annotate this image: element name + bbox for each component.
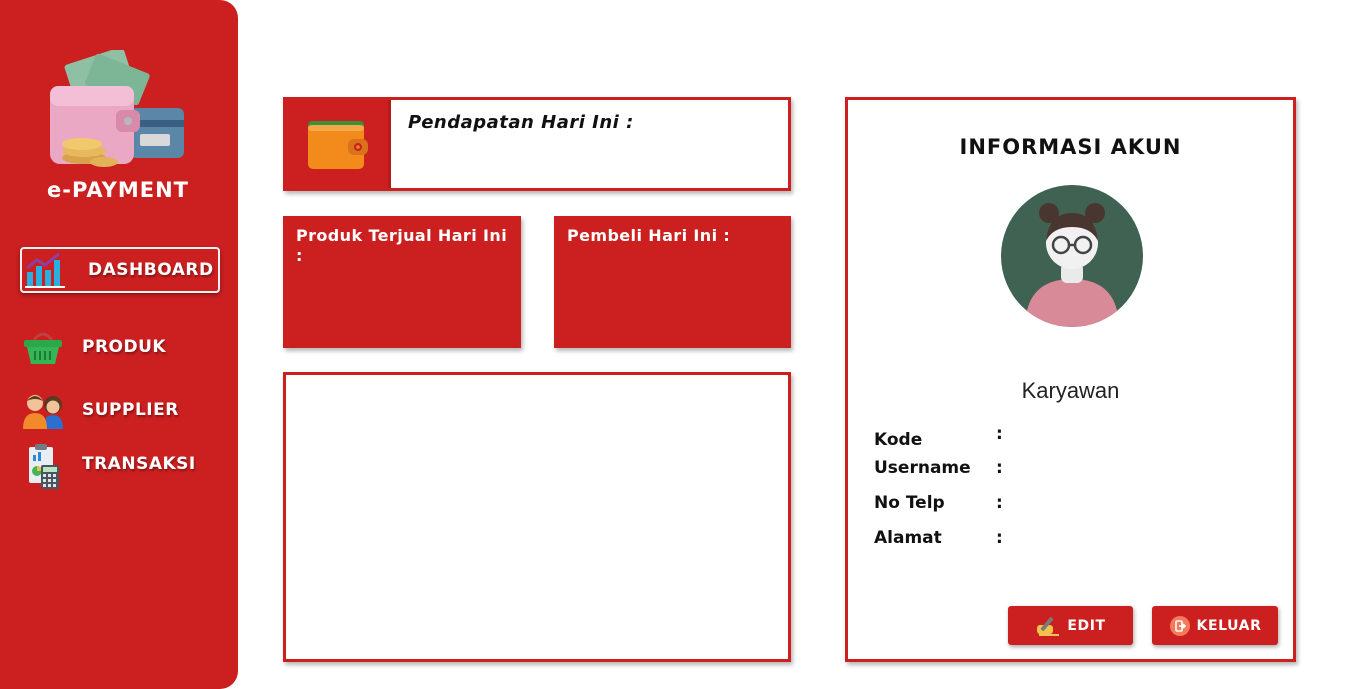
logout-button[interactable]: KELUAR: [1152, 606, 1278, 645]
basket-icon: [20, 326, 66, 368]
products-sold-label: Produk Terjual Hari Ini :: [296, 226, 508, 265]
edit-button[interactable]: EDIT: [1008, 606, 1133, 645]
income-today-card: Pendapatan Hari Ini :: [283, 97, 791, 191]
brand-name: e-PAYMENT: [46, 178, 189, 202]
sidebar-item-label: DASHBOARD: [88, 260, 214, 280]
info-row-username: Username :: [874, 458, 1174, 482]
income-icon-box: [286, 100, 388, 188]
wallet-icon: [308, 121, 368, 169]
divider: [388, 100, 391, 188]
buyers-today-label: Pembeli Hari Ini :: [567, 226, 731, 245]
people-icon: [20, 389, 66, 431]
pencil-hand-icon: [1037, 616, 1060, 636]
content-panel: [283, 372, 791, 662]
info-label: Kode: [874, 430, 923, 450]
account-role: Karyawan: [1021, 378, 1120, 403]
sidebar-item-supplier[interactable]: SUPPLIER: [20, 387, 220, 433]
sidebar-item-label: PRODUK: [82, 337, 167, 357]
info-label: Username: [874, 458, 971, 478]
account-title: INFORMASI AKUN: [959, 135, 1182, 159]
sidebar-item-label: SUPPLIER: [82, 400, 179, 420]
avatar: [1001, 185, 1143, 327]
sidebar-item-transaksi[interactable]: TRANSAKSI: [20, 443, 220, 489]
sidebar-item-label: TRANSAKSI: [82, 454, 196, 474]
info-row-phone: No Telp :: [874, 493, 1174, 517]
calculator-report-icon: [20, 444, 66, 489]
info-separator: :: [996, 528, 1003, 548]
info-row-address: Alamat :: [874, 528, 1174, 552]
buyers-today-card: Pembeli Hari Ini :: [554, 216, 791, 348]
wallet-money-logo: [50, 50, 184, 167]
chart-icon: [22, 249, 68, 291]
info-separator: :: [996, 493, 1003, 513]
info-separator: :: [996, 458, 1003, 478]
info-label: No Telp: [874, 493, 945, 513]
edit-label: EDIT: [1067, 617, 1106, 634]
sidebar-item-dashboard[interactable]: DASHBOARD: [20, 247, 220, 293]
info-row-kode: Kode :: [874, 424, 1174, 454]
logout-icon: [1169, 615, 1190, 636]
income-today-label: Pendapatan Hari Ini :: [408, 112, 634, 133]
info-separator: :: [996, 424, 1003, 444]
account-info-panel: INFORMASI AKUN Karyawan Kode : Username …: [845, 97, 1296, 662]
sidebar: e-PAYMENT DASHBOARD PRODUK SUPPLIER TRAN…: [0, 0, 238, 689]
info-label: Alamat: [874, 528, 942, 548]
logout-label: KELUAR: [1196, 617, 1262, 634]
sidebar-item-produk[interactable]: PRODUK: [20, 324, 220, 370]
products-sold-card: Produk Terjual Hari Ini :: [283, 216, 521, 348]
